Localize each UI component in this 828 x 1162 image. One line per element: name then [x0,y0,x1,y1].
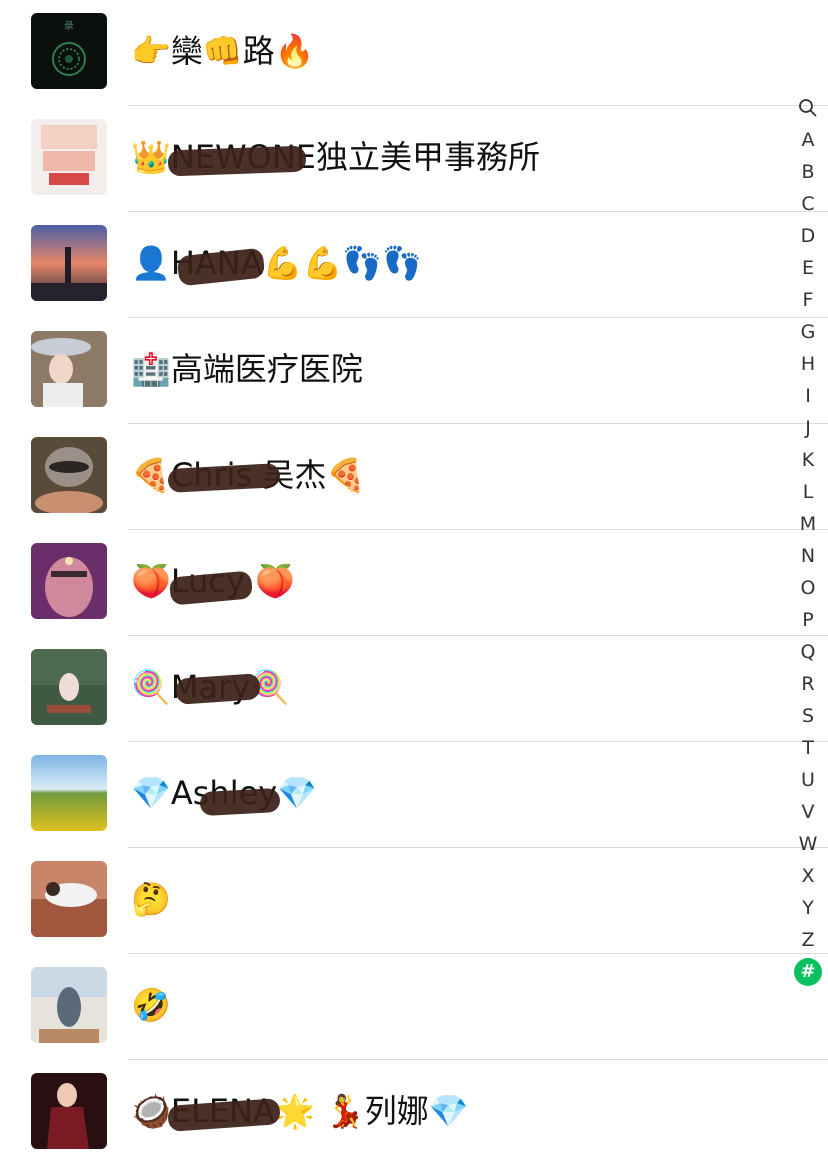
index-letter-d[interactable]: D [792,220,824,252]
index-letter-j[interactable]: J [792,412,824,444]
index-letter-m[interactable]: M [792,508,824,540]
index-letter-w[interactable]: W [792,828,824,860]
avatar [31,543,107,619]
avatar [31,755,107,831]
avatar [31,437,107,513]
contact-row[interactable]: 🍭Mary🍭 [0,636,828,742]
index-letter-q[interactable]: Q [792,636,824,668]
index-letter-y[interactable]: Y [792,892,824,924]
contact-name: 🤔 [131,880,171,918]
contact-row[interactable]: 🤔 [0,848,828,954]
index-letter-z[interactable]: Z [792,924,824,956]
index-letter-e[interactable]: E [792,252,824,284]
contact-row[interactable]: 🏥高端医疗医院 [0,318,828,424]
avatar [31,119,107,195]
contact-row[interactable]: 🤣 [0,954,828,1060]
index-letter-k[interactable]: K [792,444,824,476]
index-letter-b[interactable]: B [792,156,824,188]
index-letter-v[interactable]: V [792,796,824,828]
index-letter-u[interactable]: U [792,764,824,796]
index-hash[interactable]: # [794,958,822,986]
index-letter-r[interactable]: R [792,668,824,700]
alphabet-index[interactable]: A B C D E F G H I J K L M N O P Q R S T … [792,92,824,986]
index-letter-n[interactable]: N [792,540,824,572]
index-letter-a[interactable]: A [792,124,824,156]
avatar [31,861,107,937]
index-letter-s[interactable]: S [792,700,824,732]
contact-row[interactable]: 👤HANA💪💪👣👣 [0,212,828,318]
contact-row[interactable]: 🍑Lucy 🍑 [0,530,828,636]
redaction-mark [167,145,307,177]
redaction-mark [199,787,281,817]
avatar [31,331,107,407]
index-letter-p[interactable]: P [792,604,824,636]
contact-row[interactable]: 🍕Chris 吴杰🍕 [0,424,828,530]
index-letter-l[interactable]: L [792,476,824,508]
index-letter-h[interactable]: H [792,348,824,380]
avatar [31,649,107,725]
contact-name: 👉欒👊路🔥 [131,32,315,70]
search-icon[interactable] [792,92,824,124]
contact-name: 🏥高端医疗医院 [131,350,363,388]
index-letter-c[interactable]: C [792,188,824,220]
contact-row[interactable]: 💎Ashley💎 [0,742,828,848]
index-letter-f[interactable]: F [792,284,824,316]
index-letter-i[interactable]: I [792,380,824,412]
avatar [31,225,107,301]
index-letter-x[interactable]: X [792,860,824,892]
contact-list: 彔 👉欒👊路🔥 👑NEWONE独立美甲事務所 👤HANA💪💪👣👣 🏥高端医疗医院… [0,0,828,1162]
contact-name: 🤣 [131,986,171,1024]
avatar [31,967,107,1043]
avatar [31,1073,107,1149]
contact-row[interactable]: 👑NEWONE独立美甲事務所 [0,106,828,212]
contact-row[interactable]: 彔 👉欒👊路🔥 [0,0,828,106]
contact-name: 👤HANA💪💪👣👣 [131,244,422,282]
index-letter-g[interactable]: G [792,316,824,348]
avatar: 彔 [31,13,107,89]
contact-row[interactable]: 🥥ELENA🌟 💃列娜💎 [0,1060,828,1162]
svg-text:彔: 彔 [64,20,74,32]
index-letter-t[interactable]: T [792,732,824,764]
index-letter-o[interactable]: O [792,572,824,604]
